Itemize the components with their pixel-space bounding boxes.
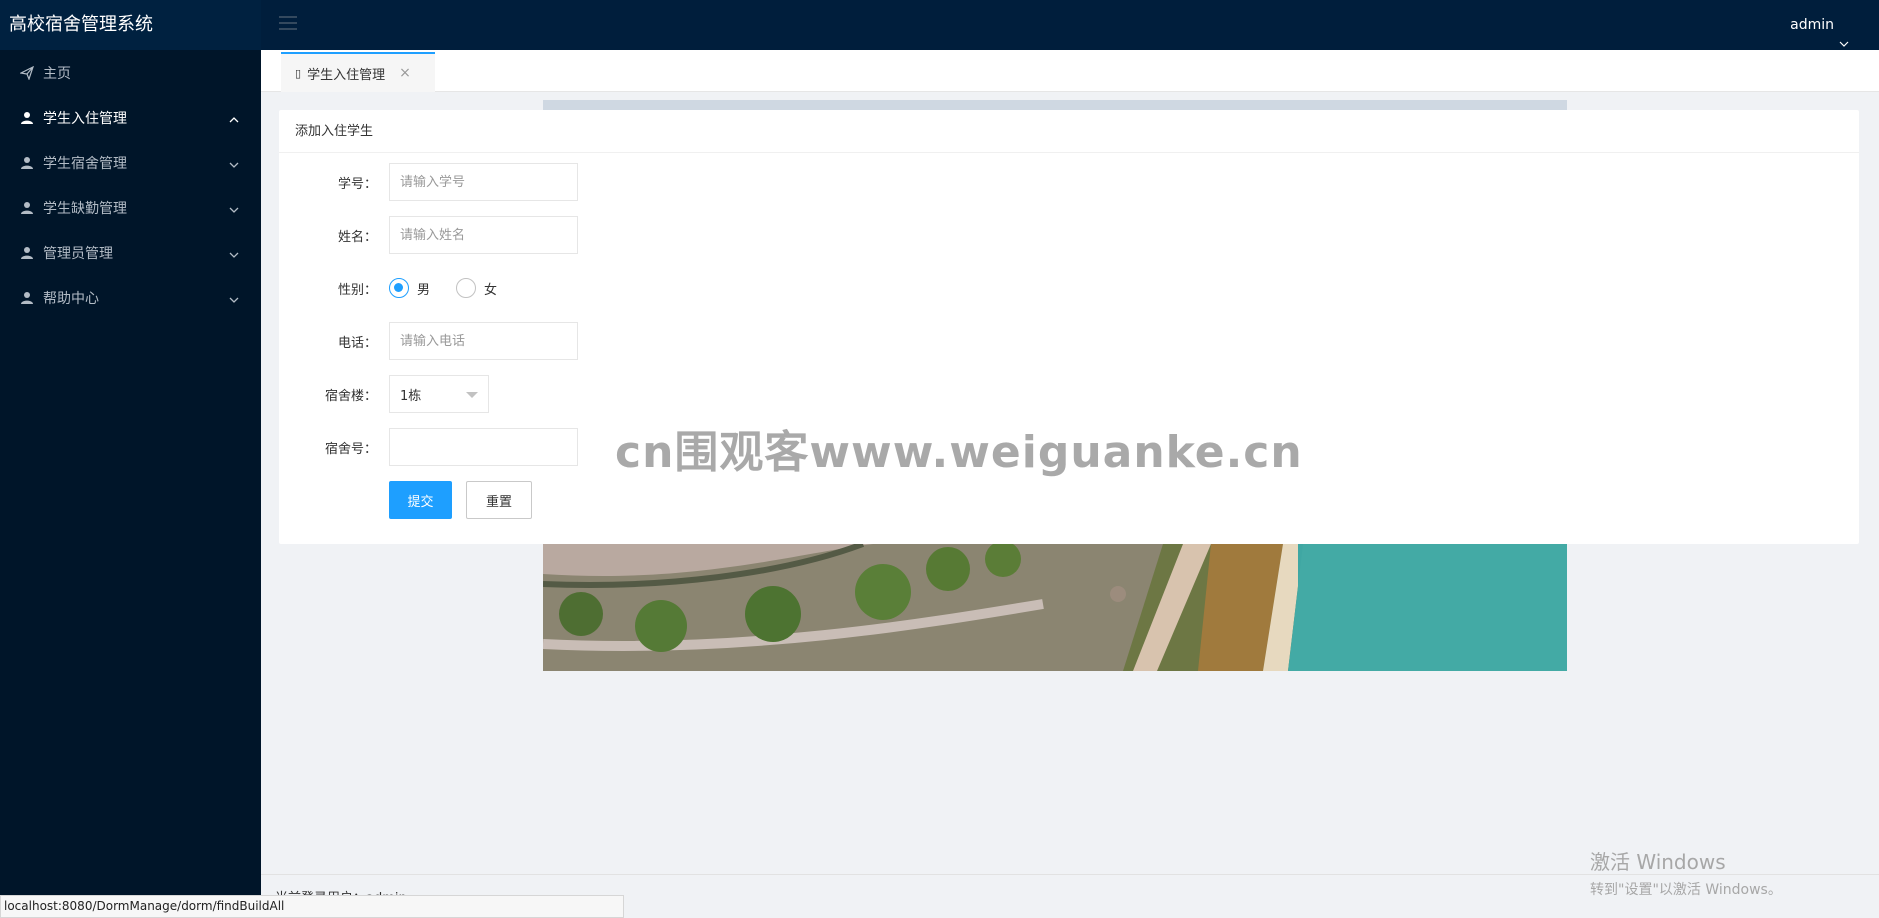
sidebar-item-checkin[interactable]: 学生入住管理 (0, 95, 261, 140)
windows-activation-notice: 激活 Windows 转到"设置"以激活 Windows。 (1590, 846, 1782, 899)
user-icon (20, 291, 34, 305)
activation-title: 激活 Windows (1590, 850, 1726, 874)
sidebar-item-dorm[interactable]: 学生宿舍管理 (0, 140, 261, 185)
close-icon[interactable]: × (399, 65, 411, 81)
reset-button[interactable]: 重置 (466, 481, 532, 519)
menu-toggle-icon[interactable] (279, 16, 297, 32)
radio-unchecked-icon (456, 278, 477, 298)
chevron-up-icon (229, 113, 239, 123)
room-label: 宿舍号： (324, 441, 377, 457)
gender-radio-group: 男 女 (389, 278, 523, 298)
app-title: 高校宿舍管理系统 (0, 0, 261, 50)
sidebar-item-absence[interactable]: 学生缺勤管理 (0, 185, 261, 230)
tab-bar: ▯ 学生入住管理 × (261, 50, 1879, 92)
chevron-down-icon (229, 203, 239, 213)
sidebar-item-label: 学生入住管理 (43, 110, 127, 127)
form-row-student-id: 学号： (279, 163, 578, 201)
sidebar-item-label: 主页 (43, 65, 71, 82)
building-select-value: 1栋 (400, 388, 422, 404)
gender-label: 性别： (337, 282, 377, 298)
sidebar-item-home[interactable]: 主页 (0, 50, 261, 95)
name-label: 姓名： (337, 229, 377, 245)
form-row-room: 宿舍号： (279, 428, 578, 466)
form-row-building: 宿舍楼： 1栋 (279, 375, 489, 413)
submit-button[interactable]: 提交 (389, 481, 452, 519)
tab-icon: ▯ (295, 66, 302, 80)
chevron-down-icon (229, 293, 239, 303)
sidebar: 高校宿舍管理系统 主页 学生入住管理 学生宿舍管理 学生缺勤管理 管理员管理 帮… (0, 0, 261, 918)
username: admin (1790, 17, 1834, 33)
sidebar-item-label: 学生缺勤管理 (43, 200, 127, 217)
gender-male-label: 男 (417, 282, 431, 298)
tab-checkin[interactable]: ▯ 学生入住管理 × (281, 52, 435, 92)
gender-female-radio[interactable]: 女 (456, 278, 497, 298)
activation-subtitle: 转到"设置"以激活 Windows。 (1590, 882, 1782, 898)
chevron-down-icon (229, 248, 239, 258)
browser-status-url: localhost:8080/DormManage/dorm/findBuild… (0, 895, 624, 918)
radio-checked-icon (389, 278, 409, 298)
campus-photo-bottom (543, 544, 1567, 671)
paper-plane-icon (19, 65, 35, 81)
site-watermark: cn围观客www.weiguanke.cn (615, 427, 1303, 478)
form-actions: 提交 重置 (279, 481, 532, 519)
user-menu[interactable]: admin (1790, 0, 1849, 50)
user-icon (20, 201, 34, 215)
chevron-down-icon (1839, 20, 1849, 47)
room-input[interactable] (389, 428, 578, 466)
tab-label: 学生入住管理 (307, 67, 386, 83)
sidebar-item-admin[interactable]: 管理员管理 (0, 230, 261, 275)
sidebar-item-help[interactable]: 帮助中心 (0, 275, 261, 320)
building-select[interactable]: 1栋 (389, 375, 489, 413)
gender-male-radio[interactable]: 男 (389, 278, 430, 298)
chevron-down-icon (229, 158, 239, 168)
name-input[interactable] (389, 216, 578, 254)
sidebar-item-label: 帮助中心 (43, 290, 99, 307)
phone-input[interactable] (389, 322, 578, 360)
gender-female-label: 女 (484, 282, 498, 298)
user-icon (20, 111, 34, 125)
user-icon (20, 246, 34, 260)
phone-label: 电话： (337, 335, 377, 351)
form-title: 添加入住学生 (279, 110, 1859, 153)
sidebar-item-label: 管理员管理 (43, 245, 113, 262)
form-row-phone: 电话： (279, 322, 578, 360)
form-row-gender: 性别： 男 女 (279, 269, 523, 307)
user-icon (20, 156, 34, 170)
student-id-label: 学号： (337, 176, 377, 192)
sidebar-item-label: 学生宿舍管理 (43, 155, 127, 172)
form-row-name: 姓名： (279, 216, 578, 254)
student-id-input[interactable] (389, 163, 578, 201)
top-header: admin (261, 0, 1879, 50)
building-label: 宿舍楼： (324, 388, 377, 404)
caret-down-icon (466, 392, 478, 398)
